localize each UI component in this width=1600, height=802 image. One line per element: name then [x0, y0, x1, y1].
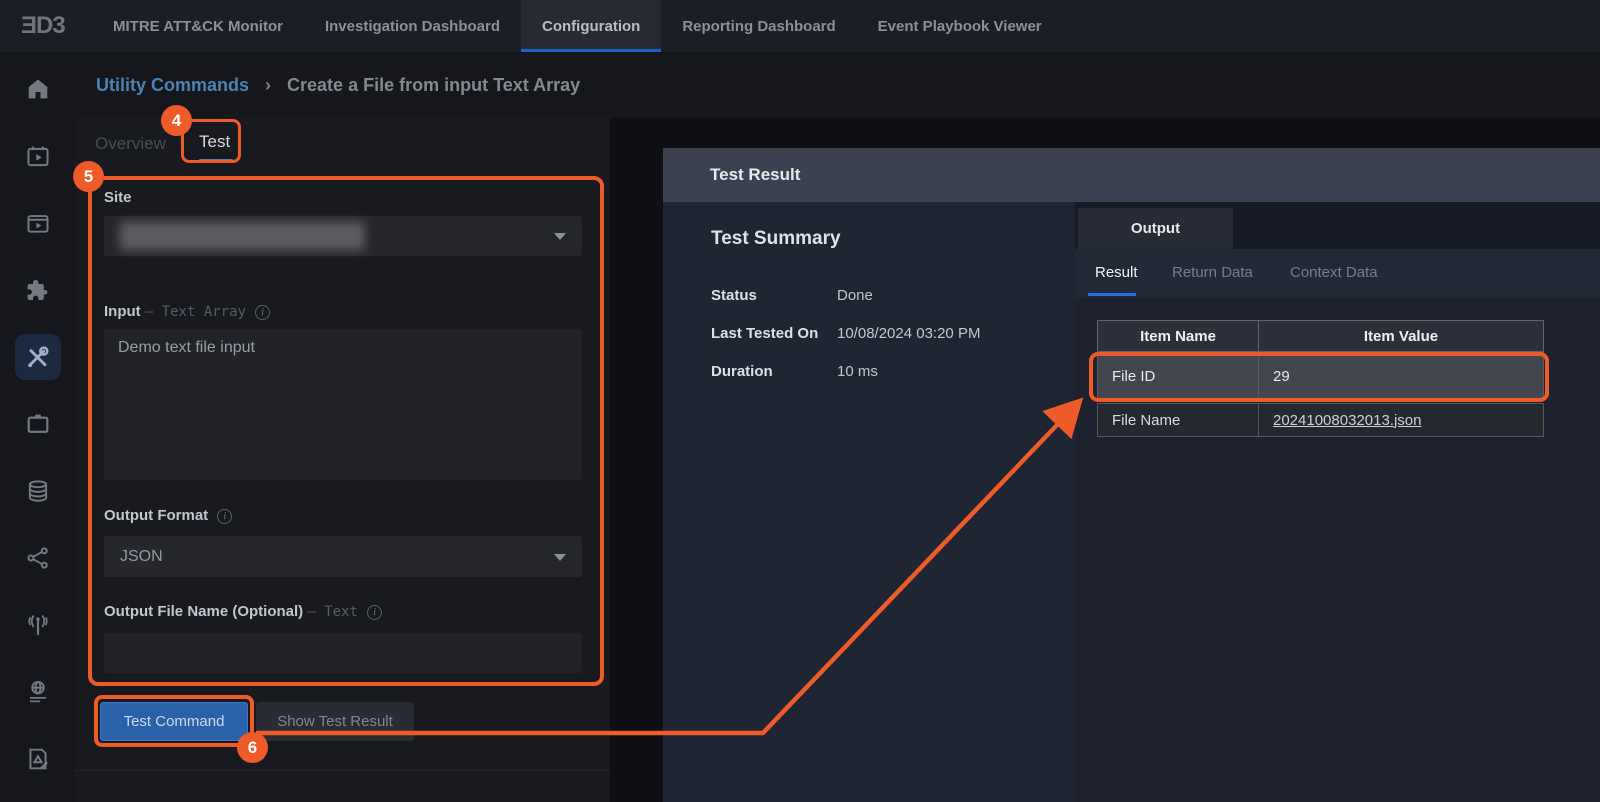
board-icon[interactable]: [15, 401, 61, 447]
last-tested-value: 10/08/2024 03:20 PM: [837, 325, 980, 342]
breadcrumb-separator: ›: [265, 75, 271, 96]
summary-row-status: Status Done: [711, 287, 1061, 304]
breadcrumb: Utility Commands › Create a File from in…: [0, 52, 1600, 118]
command-test-panel: Overview Test Site Input – Text Array i …: [75, 118, 610, 802]
subtab-return-data[interactable]: Return Data: [1172, 264, 1253, 281]
web-globe-icon[interactable]: [15, 669, 61, 715]
file-name-link[interactable]: 20241008032013.json: [1273, 412, 1421, 429]
file-id-value: 29: [1258, 352, 1544, 400]
chevron-down-icon: [554, 554, 566, 561]
test-summary-section: Test Summary Status Done Last Tested On …: [663, 202, 1075, 802]
site-select[interactable]: [104, 216, 582, 256]
broadcast-icon[interactable]: [15, 602, 61, 648]
database-icon[interactable]: [15, 468, 61, 514]
d3-logo[interactable]: ƎD3: [0, 0, 92, 52]
sidebar-rail: [0, 52, 75, 802]
utility-tools-icon[interactable]: [15, 334, 61, 380]
info-icon[interactable]: i: [367, 605, 382, 620]
tab-output[interactable]: Output: [1078, 208, 1233, 249]
breadcrumb-utility-commands[interactable]: Utility Commands: [96, 75, 249, 96]
event-monitor-icon[interactable]: [15, 133, 61, 179]
table-row-file-id: File ID 29: [1097, 352, 1545, 400]
input-label: Input – Text Array i: [104, 303, 270, 320]
table-header-row: Item Name Item Value: [1097, 320, 1545, 352]
input-type-hint: – Text Array: [145, 304, 246, 320]
output-section: Output Result Return Data Context Data I…: [1075, 202, 1600, 802]
nav-item-configuration[interactable]: Configuration: [521, 0, 661, 52]
summary-row-duration: Duration 10 ms: [711, 363, 1061, 380]
tab-overview[interactable]: Overview: [95, 134, 166, 154]
incident-report-icon[interactable]: [15, 736, 61, 782]
site-label: Site: [104, 189, 132, 206]
nav-item-reporting-dashboard[interactable]: Reporting Dashboard: [661, 0, 856, 52]
nav-item-event-playbook-viewer[interactable]: Event Playbook Viewer: [857, 0, 1063, 52]
page-title: Create a File from input Text Array: [287, 75, 580, 96]
info-icon[interactable]: i: [255, 305, 270, 320]
nav-item-mitre-attack-monitor[interactable]: MITRE ATT&CK Monitor: [92, 0, 304, 52]
subtab-result[interactable]: Result: [1095, 264, 1138, 281]
subtab-result-underline: [1088, 293, 1136, 296]
info-icon[interactable]: i: [217, 509, 232, 524]
playbook-icon[interactable]: [15, 200, 61, 246]
duration-value: 10 ms: [837, 363, 878, 380]
col-item-value: Item Value: [1258, 320, 1544, 352]
output-format-select[interactable]: JSON: [104, 536, 582, 577]
output-file-name-label: Output File Name (Optional) – Text i: [104, 603, 382, 620]
annotation-badge-4: 4: [161, 105, 192, 136]
output-subtabs: Result Return Data Context Data: [1075, 249, 1600, 298]
connections-icon[interactable]: [15, 535, 61, 581]
panel-divider: [75, 770, 610, 771]
output-file-name-type-hint: – Text: [307, 604, 358, 620]
output-format-value: JSON: [120, 548, 163, 566]
test-summary-heading: Test Summary: [711, 228, 841, 250]
tab-test[interactable]: Test: [199, 132, 230, 152]
input-textarea[interactable]: Demo text file input: [104, 329, 582, 480]
output-file-name-input[interactable]: [104, 633, 582, 673]
table-row-file-name: File Name 20241008032013.json: [1097, 403, 1545, 437]
chevron-down-icon: [554, 233, 566, 240]
status-value: Done: [837, 287, 873, 304]
col-item-name: Item Name: [1097, 320, 1259, 352]
summary-row-last-tested: Last Tested On 10/08/2024 03:20 PM: [711, 325, 1061, 342]
test-result-header: Test Result: [663, 148, 1600, 202]
show-test-result-button[interactable]: Show Test Result: [256, 702, 414, 741]
test-command-button[interactable]: Test Command: [100, 702, 248, 741]
annotation-badge-6: 6: [237, 732, 268, 763]
integrations-icon[interactable]: [15, 267, 61, 313]
output-format-label: Output Format i: [104, 507, 232, 524]
home-icon[interactable]: [15, 66, 61, 112]
top-navbar: ƎD3 MITRE ATT&CK Monitor Investigation D…: [0, 0, 1600, 52]
subtab-context-data[interactable]: Context Data: [1290, 264, 1378, 281]
output-tabstrip: Output: [1075, 202, 1600, 249]
site-select-redacted-value: [120, 222, 365, 250]
nav-item-investigation-dashboard[interactable]: Investigation Dashboard: [304, 0, 521, 52]
tab-test-underline: [199, 159, 233, 163]
annotation-badge-5: 5: [73, 161, 104, 192]
test-result-panel: Test Result Test Summary Status Done Las…: [663, 148, 1600, 802]
